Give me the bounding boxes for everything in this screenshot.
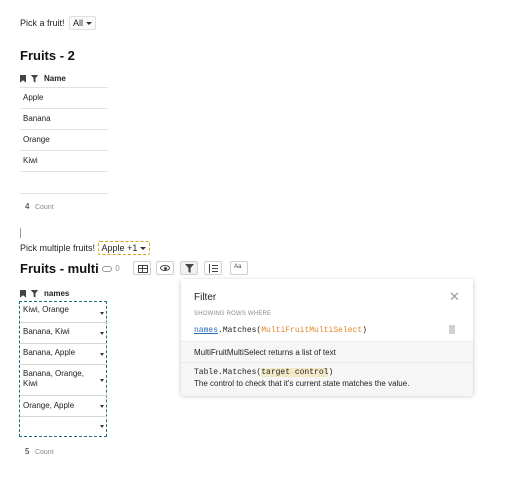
divider: [181, 362, 473, 363]
list-item-label: Banana, Apple: [23, 348, 76, 357]
visibility-button[interactable]: [156, 261, 174, 275]
table-header: names: [20, 288, 108, 300]
row-count-value: 5: [25, 447, 30, 456]
bookmark-icon[interactable]: [20, 74, 26, 83]
table-icon: [138, 265, 148, 273]
row-count-value: 4: [25, 202, 30, 211]
multi-picker-control: Pick multiple fruits! Apple +1: [20, 241, 151, 255]
text-format-icon: Aa: [234, 264, 242, 270]
divider: [20, 108, 108, 109]
sort-bars: [212, 265, 218, 266]
column-header-names[interactable]: names: [44, 289, 69, 298]
cursor-line: [20, 228, 21, 238]
close-icon[interactable]: ✕: [449, 290, 461, 303]
signature-description: The control to check that it's current s…: [194, 379, 410, 388]
chevron-down-icon[interactable]: [100, 353, 104, 356]
row-count-label: Count: [34, 449, 54, 456]
multi-picker-value: Apple +1: [101, 243, 138, 253]
sort-icon: [209, 264, 210, 273]
list-item-label: Banana, Kiwi: [23, 327, 70, 336]
list-item[interactable]: Banana, Orange, Kiwi: [20, 365, 107, 396]
fruit-picker-value: All: [73, 18, 84, 28]
row-count: 4 Count: [25, 201, 54, 211]
filter-icon: [185, 264, 194, 273]
section-title-fruits-2: Fruits - 2: [20, 48, 75, 63]
chevron-down-icon[interactable]: [100, 332, 104, 335]
list-item[interactable]: Orange, Apple: [20, 396, 107, 417]
table-header: Name: [20, 73, 108, 85]
filter-panel-title: Filter: [194, 292, 217, 303]
row-count-label: Count: [34, 204, 54, 211]
bookmark-icon[interactable]: [20, 289, 26, 298]
eye-pupil: [164, 267, 167, 270]
fruit-picker-dropdown[interactable]: All: [69, 16, 97, 30]
filter-expression-column[interactable]: names: [194, 326, 218, 335]
signature-close: ): [328, 368, 334, 377]
list-item[interactable]: Banana, Apple: [20, 344, 107, 365]
divider: [20, 150, 108, 151]
multi-picker-dropdown[interactable]: Apple +1: [97, 241, 151, 255]
table-row[interactable]: Kiwi: [23, 156, 38, 165]
chevron-down-icon: [140, 247, 147, 251]
chevron-down-icon: [86, 22, 93, 26]
filter-expression-close: ): [362, 326, 367, 335]
list-item[interactable]: Kiwi, Orange: [20, 303, 107, 323]
sort-button[interactable]: [204, 261, 222, 275]
divider: [20, 129, 108, 130]
filter-hint: MultiFruitMultiSelect returns a list of …: [194, 348, 336, 357]
table-row[interactable]: Apple: [23, 93, 43, 102]
list-item[interactable]: Banana, Kiwi: [20, 323, 107, 344]
chevron-down-icon[interactable]: [100, 405, 104, 408]
link-icon: [102, 265, 112, 272]
fruit-picker-label: Pick a fruit!: [20, 18, 65, 28]
table-row[interactable]: Banana: [23, 114, 51, 123]
filter-expression-method: .Matches(: [218, 326, 262, 335]
table-footer-divider: [20, 193, 108, 194]
signature-prefix: Table.Matches(: [194, 368, 262, 377]
link-count-value: 0: [115, 264, 120, 273]
signature-arg: target control: [261, 368, 329, 377]
column-header-name[interactable]: Name: [44, 74, 66, 83]
divider: [20, 171, 108, 172]
signature-line: Table.Matches(target control): [194, 368, 333, 377]
list-item[interactable]: [20, 417, 107, 435]
multi-picker-label: Pick multiple fruits!: [20, 243, 96, 253]
section-title-fruits-multi: Fruits - multi: [20, 261, 99, 276]
filter-expression[interactable]: names.Matches(MultiFruitMultiSelect): [194, 326, 367, 335]
chevron-down-icon[interactable]: [100, 379, 104, 382]
filter-button[interactable]: [180, 261, 198, 275]
filter-icon[interactable]: [30, 74, 39, 83]
filter-panel-subtitle: SHOWING ROWS WHERE: [194, 311, 272, 317]
chevron-down-icon[interactable]: [100, 425, 104, 428]
list-item-label: Orange, Apple: [23, 401, 75, 410]
divider: [20, 87, 108, 88]
chevron-down-icon[interactable]: [100, 311, 104, 315]
fruit-picker-control: Pick a fruit! All: [20, 16, 97, 30]
list-item-label: Kiwi, Orange: [23, 305, 69, 314]
text-format-button[interactable]: Aa: [230, 261, 248, 275]
filter-expression-arg: MultiFruitMultiSelect: [261, 326, 363, 335]
filter-icon[interactable]: [30, 289, 39, 298]
table-view-button[interactable]: [133, 261, 151, 275]
table-row[interactable]: Orange: [23, 135, 50, 144]
row-count: 5 Count: [25, 446, 54, 456]
link-count[interactable]: 0: [102, 264, 120, 273]
list-item-label: Banana, Orange, Kiwi: [23, 369, 84, 388]
filter-panel: Filter ✕ SHOWING ROWS WHERE names.Matche…: [181, 279, 473, 396]
trash-icon[interactable]: [449, 325, 455, 334]
